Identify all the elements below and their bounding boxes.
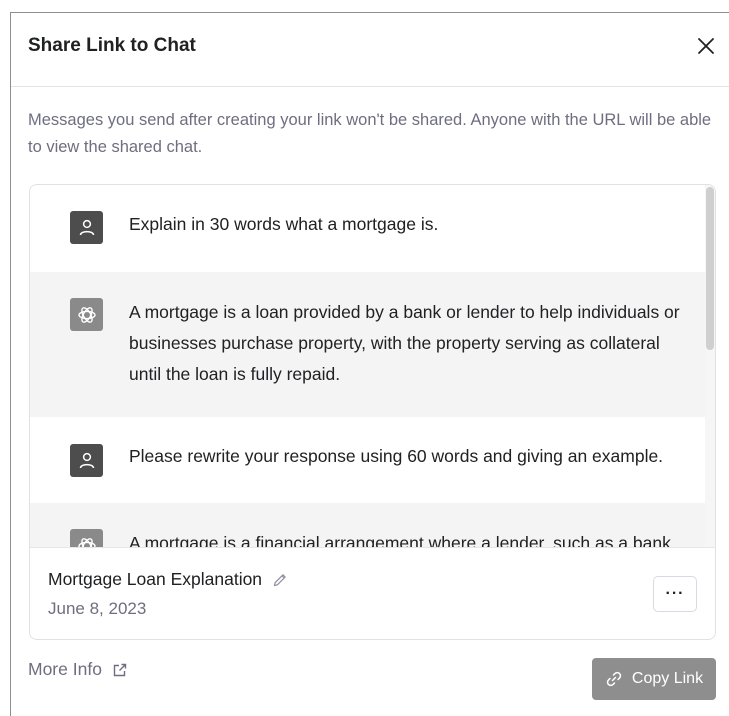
assistant-avatar	[70, 529, 103, 547]
message-text: A mortgage is a loan provided by a bank …	[129, 302, 680, 384]
user-avatar	[70, 211, 103, 244]
scrollbar-thumb[interactable]	[706, 187, 714, 350]
copy-link-label: Copy Link	[631, 670, 704, 687]
user-avatar	[70, 444, 103, 477]
pencil-icon	[273, 573, 286, 586]
chat-preview: Explain in 30 words what a mortgage is. …	[29, 184, 716, 640]
share-dialog: Share Link to Chat Messages you send aft…	[10, 12, 729, 716]
scrollbar-track[interactable]	[705, 185, 715, 547]
chat-info-footer: Mortgage Loan Explanation June 8, 2023 ·…	[30, 547, 715, 639]
message-row: Please rewrite your response using 60 wo…	[30, 417, 707, 503]
more-options-button[interactable]: ···	[653, 576, 697, 612]
message-list[interactable]: Explain in 30 words what a mortgage is. …	[30, 185, 707, 547]
openai-logo-icon	[77, 537, 96, 547]
message-text: A mortgage is a financial arrangement wh…	[129, 533, 671, 547]
more-info-label: More Info	[28, 659, 102, 679]
edit-title-button[interactable]	[272, 572, 288, 588]
user-icon	[79, 452, 94, 468]
chat-date: June 8, 2023	[48, 599, 147, 618]
external-link-icon	[113, 663, 127, 676]
message-text: Explain in 30 words what a mortgage is.	[129, 214, 439, 234]
chat-title-row: Mortgage Loan Explanation	[48, 569, 288, 590]
message-row: A mortgage is a financial arrangement wh…	[30, 503, 707, 547]
openai-logo-icon	[77, 306, 96, 323]
chat-title: Mortgage Loan Explanation	[48, 569, 263, 589]
link-icon	[606, 671, 622, 687]
share-description: Messages you send after creating your li…	[28, 111, 712, 156]
assistant-avatar	[70, 298, 103, 331]
copy-link-button[interactable]: Copy Link	[592, 658, 716, 700]
close-icon	[698, 38, 714, 54]
message-text: Please rewrite your response using 60 wo…	[129, 446, 664, 466]
user-icon	[79, 219, 94, 235]
close-button[interactable]	[695, 35, 717, 57]
message-row: A mortgage is a loan provided by a bank …	[30, 272, 707, 417]
dialog-header: Share Link to Chat	[11, 13, 729, 87]
dialog-title: Share Link to Chat	[28, 35, 196, 56]
more-info-link[interactable]: More Info	[28, 659, 128, 680]
message-row: Explain in 30 words what a mortgage is.	[30, 185, 707, 272]
